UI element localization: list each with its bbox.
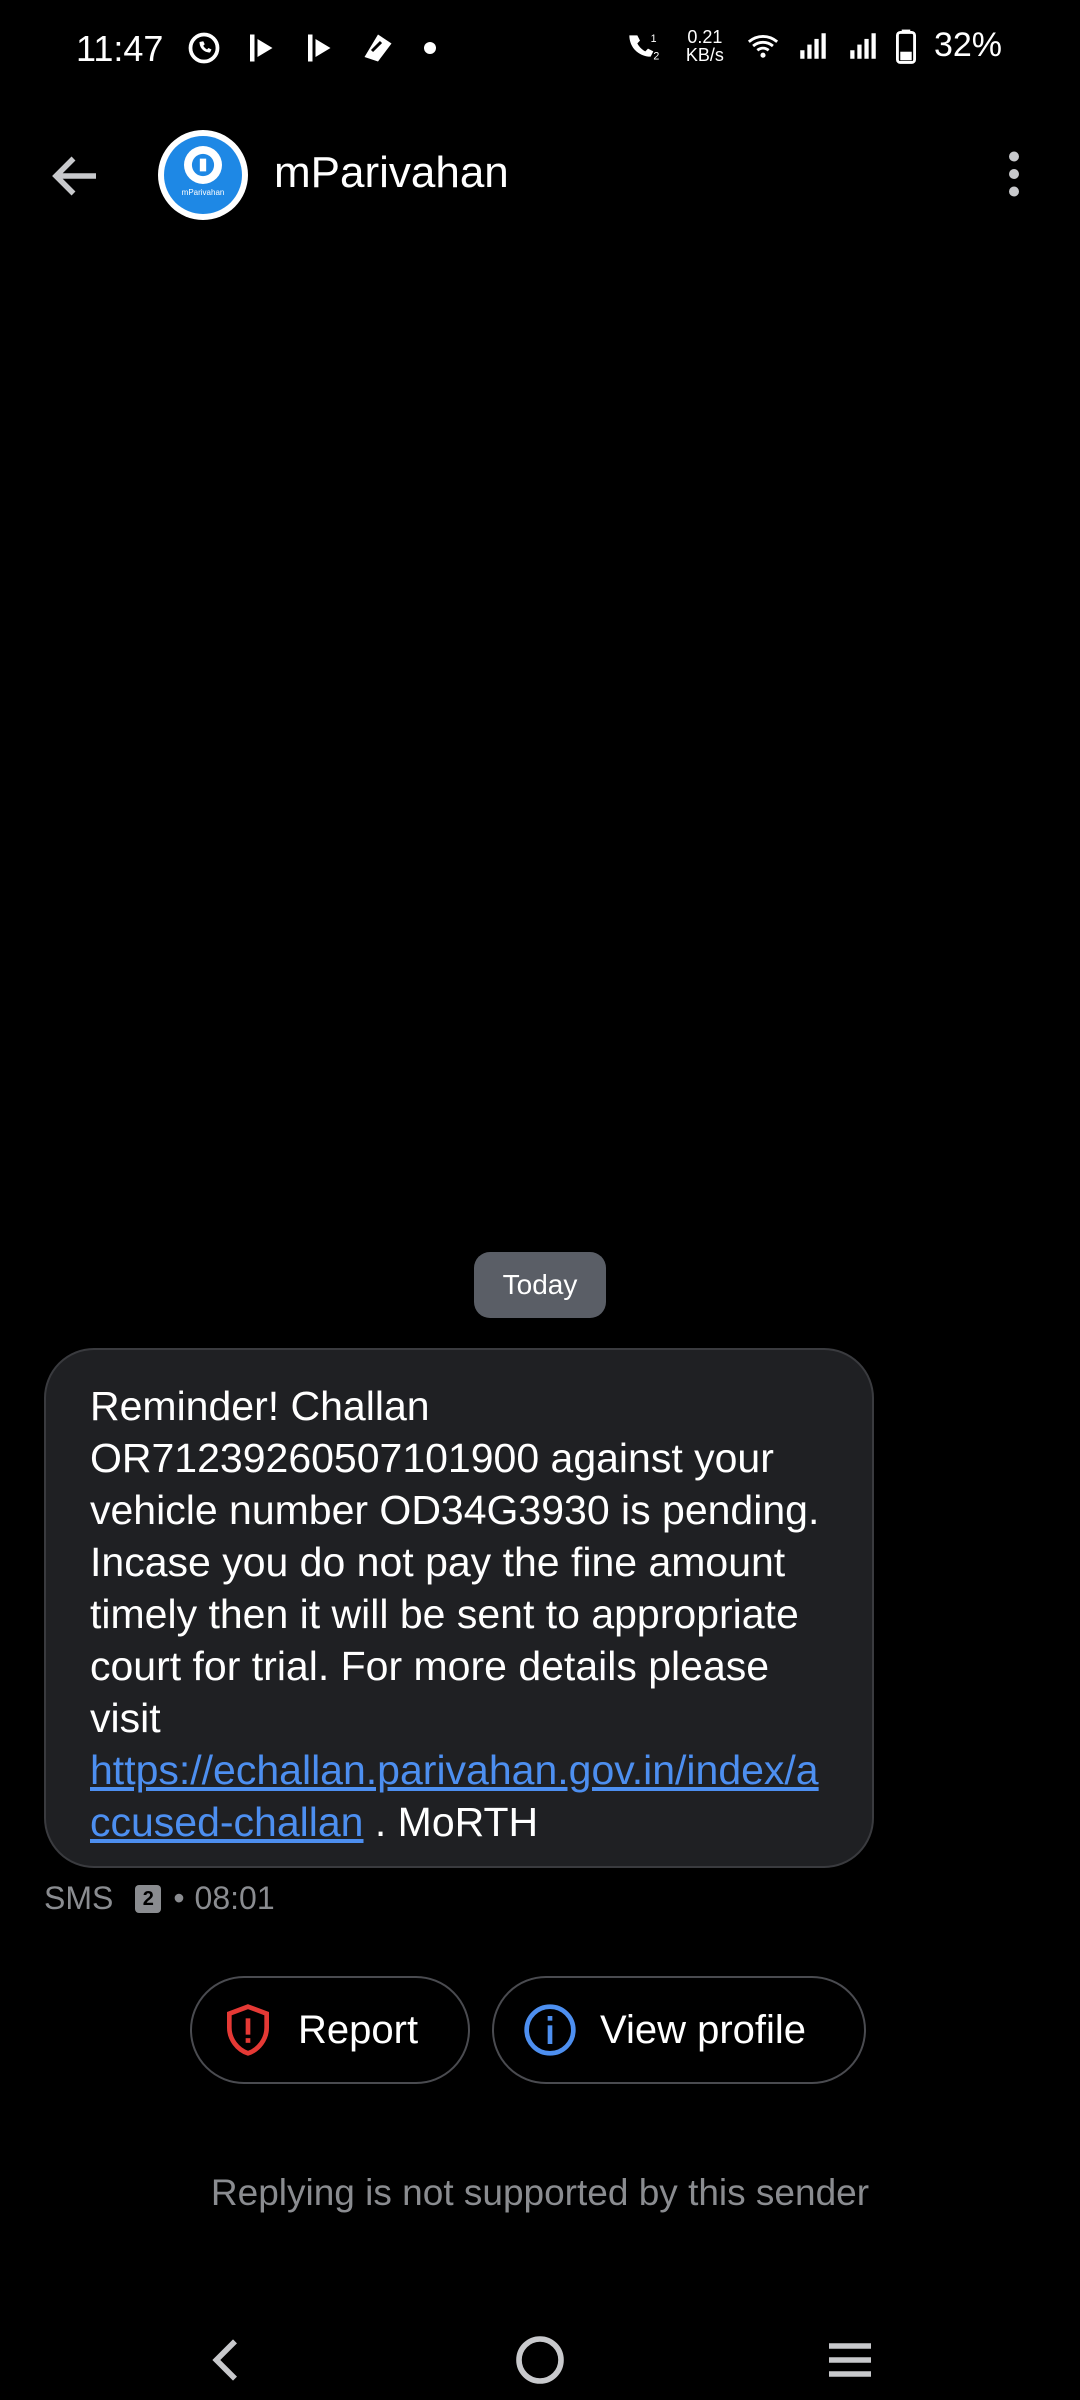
wifi-icon [747,34,779,58]
report-button[interactable]: Report [190,1976,470,2084]
info-icon [524,2004,576,2056]
chevron-left-icon [212,2339,237,2381]
arrow-left-icon [52,156,96,196]
nav-back-button[interactable] [188,2320,268,2400]
more-vertical-icon [1009,151,1019,197]
shield-alert-icon [227,2004,269,2056]
nav-home-button[interactable] [500,2320,580,2400]
message-bubble[interactable]: Reminder! Challan OR71239260507101900 ag… [44,1348,874,1868]
net-speed-value: 0.21 [687,26,723,47]
reply-unsupported-note: Replying is not supported by this sender [210,2172,870,2213]
message-text: Reminder! Challan OR71239260507101900 ag… [90,1380,832,1848]
notification-dot [424,42,436,54]
net-speed-unit: KB/s [685,44,724,65]
status-bar: 11:47 12 0.21 KB/s 32% [0,0,1080,100]
media-icon [250,34,273,62]
contact-name[interactable]: mParivahan [274,148,509,198]
view-profile-button[interactable]: View profile [492,1976,866,2084]
meta-separator: • [173,1880,185,1916]
signal-icon [850,32,876,59]
whatsapp-icon [188,32,220,64]
back-button[interactable] [46,146,106,206]
net-speed: 0.21 KB/s [680,28,730,64]
more-options-button[interactable] [984,144,1044,204]
avatar-label: mParivahan [181,188,225,197]
menu-icon [829,2343,871,2377]
call-icon: 12 [629,33,659,62]
home-circle-icon [516,2336,564,2384]
message-type: SMS [44,1880,114,1916]
app-icon [364,34,392,62]
battery-icon [895,29,916,64]
avatar[interactable]: mParivahan [158,130,248,220]
message-time: 08:01 [194,1880,275,1916]
conversation-header: mParivahan mParivahan [0,120,1080,230]
nav-recents-button[interactable] [810,2320,890,2400]
message-suffix: . MoRTH [363,1799,539,1845]
svg-text:1: 1 [651,33,657,45]
battery-percent: 32% [933,26,1002,64]
view-profile-label: View profile [600,2007,807,2052]
svg-text:2: 2 [653,50,659,62]
status-time: 11:47 [76,28,164,69]
message-meta: SMS 2 • 08:01 [44,1880,275,1917]
message-body: Reminder! Challan OR71239260507101900 ag… [90,1383,820,1741]
report-label: Report [298,2007,419,2052]
sim-badge: 2 [135,1884,162,1913]
notification-icons [186,30,436,66]
media-icon [308,34,331,62]
mparivahan-logo-icon [184,146,222,184]
date-chip: Today [474,1252,606,1318]
signal-icon [800,32,826,59]
system-icons: 12 0.21 KB/s 32% [624,26,1002,65]
navigation-bar [0,2300,1080,2400]
